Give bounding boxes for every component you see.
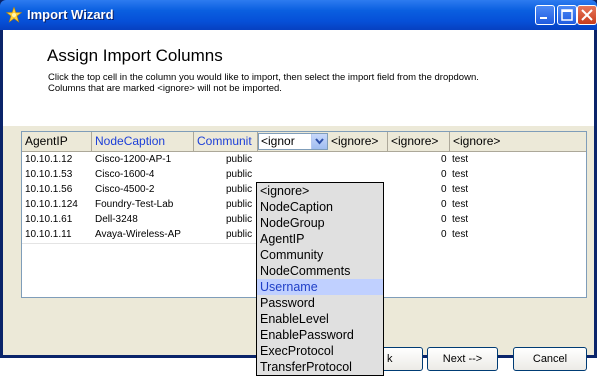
cell-extra: test — [452, 229, 469, 240]
cell-extra: test — [452, 199, 469, 210]
cell-community: public — [226, 169, 253, 180]
table-row[interactable]: 10.10.1.12 Cisco-1200-AP-1 public 0 test — [22, 153, 586, 167]
cell-number: 0 — [441, 169, 447, 180]
grid-header: AgentIP NodeCaption Communit <ignor <ign… — [22, 132, 586, 152]
cell-agentip: 10.10.1.11 — [25, 229, 72, 240]
wizard-star-icon — [6, 7, 22, 23]
cell-community: public — [226, 229, 253, 240]
cell-number: 0 — [441, 154, 447, 165]
field-dropdown-list[interactable]: <ignore> NodeCaption NodeGroup AgentIP C… — [256, 182, 384, 376]
maximize-button[interactable] — [557, 5, 577, 25]
cell-number: 0 — [441, 184, 447, 195]
cell-nodecaption: Dell-3248 — [95, 214, 138, 225]
cell-community: public — [226, 199, 253, 210]
cell-agentip: 10.10.1.12 — [25, 154, 73, 165]
cell-community: public — [226, 184, 253, 195]
table-row[interactable]: 10.10.1.53 Cisco-1600-4 public 0 test — [22, 168, 586, 182]
chevron-down-icon — [315, 138, 324, 145]
wizard-client-area: Assign Import Columns Click the top cell… — [3, 30, 594, 376]
cell-extra: test — [452, 184, 469, 195]
cell-community: public — [226, 214, 253, 225]
cell-nodecaption: Avaya-Wireless-AP — [95, 229, 181, 240]
dropdown-option-enablepassword[interactable]: EnablePassword — [257, 327, 383, 343]
close-button[interactable] — [577, 5, 597, 25]
instructions: Click the top cell in the column you wou… — [48, 72, 568, 94]
cell-nodecaption: Cisco-4500-2 — [95, 184, 155, 195]
grid-bottom-line — [22, 243, 262, 244]
cell-agentip: 10.10.1.53 — [25, 169, 73, 180]
dropdown-option-nodecomments[interactable]: NodeComments — [257, 263, 383, 279]
dropdown-option-agentip[interactable]: AgentIP — [257, 231, 383, 247]
dropdown-option-enablelevel[interactable]: EnableLevel — [257, 311, 383, 327]
cell-agentip: 10.10.1.124 — [25, 199, 78, 210]
cell-nodecaption: Cisco-1600-4 — [95, 169, 155, 180]
page-title: Assign Import Columns — [47, 46, 223, 65]
cell-nodecaption: Foundry-Test-Lab — [95, 199, 174, 210]
import-wizard-window: Import Wizard Assign Import Columns Clic… — [0, 0, 597, 376]
wizard-header: Assign Import Columns Click the top cell… — [3, 30, 594, 126]
column-header-ignore-6[interactable]: <ignore> — [388, 132, 450, 151]
cell-number: 0 — [441, 229, 447, 240]
column-header-nodecaption[interactable]: NodeCaption — [92, 132, 194, 151]
column-header-community[interactable]: Communit — [194, 132, 258, 151]
combobox-value: <ignor — [261, 134, 295, 148]
dropdown-option-password[interactable]: Password — [257, 295, 383, 311]
column-header-ignore-7[interactable]: <ignore> — [450, 132, 586, 151]
cell-extra: test — [452, 169, 469, 180]
cell-extra: test — [452, 214, 469, 225]
dropdown-option-community[interactable]: Community — [257, 247, 383, 263]
dropdown-option-execprotocol[interactable]: ExecProtocol — [257, 343, 383, 359]
instructions-line-1: Click the top cell in the column you wou… — [48, 72, 479, 83]
cell-extra: test — [452, 154, 469, 165]
combobox-dropdown-button[interactable] — [311, 134, 327, 149]
cell-nodecaption: Cisco-1200-AP-1 — [95, 154, 172, 165]
dropdown-option-ignore[interactable]: <ignore> — [257, 183, 383, 199]
window-title: Import Wizard — [27, 7, 114, 22]
dropdown-option-username[interactable]: Username — [257, 279, 383, 295]
minimize-icon — [540, 17, 547, 19]
next-button[interactable]: Next --> — [427, 347, 498, 371]
cell-community: public — [226, 154, 253, 165]
cell-number: 0 — [441, 214, 447, 225]
maximize-icon — [561, 9, 573, 21]
column-field-combobox[interactable]: <ignor — [258, 133, 328, 150]
close-icon — [581, 9, 593, 21]
cell-agentip: 10.10.1.56 — [25, 184, 73, 195]
column-header-agentip[interactable]: AgentIP — [22, 132, 92, 151]
title-bar[interactable]: Import Wizard — [0, 0, 597, 30]
minimize-button[interactable] — [535, 5, 555, 25]
cell-number: 0 — [441, 199, 447, 210]
dropdown-option-nodegroup[interactable]: NodeGroup — [257, 215, 383, 231]
dropdown-option-transferprotocol[interactable]: TransferProtocol — [257, 359, 383, 375]
column-header-ignore-5[interactable]: <ignore> — [328, 132, 388, 151]
back-button-label: k — [387, 353, 393, 365]
instructions-line-2: Columns that are marked <ignore> will no… — [48, 83, 282, 94]
cell-agentip: 10.10.1.61 — [25, 214, 73, 225]
cancel-button[interactable]: Cancel — [513, 347, 587, 371]
dropdown-option-nodecaption[interactable]: NodeCaption — [257, 199, 383, 215]
